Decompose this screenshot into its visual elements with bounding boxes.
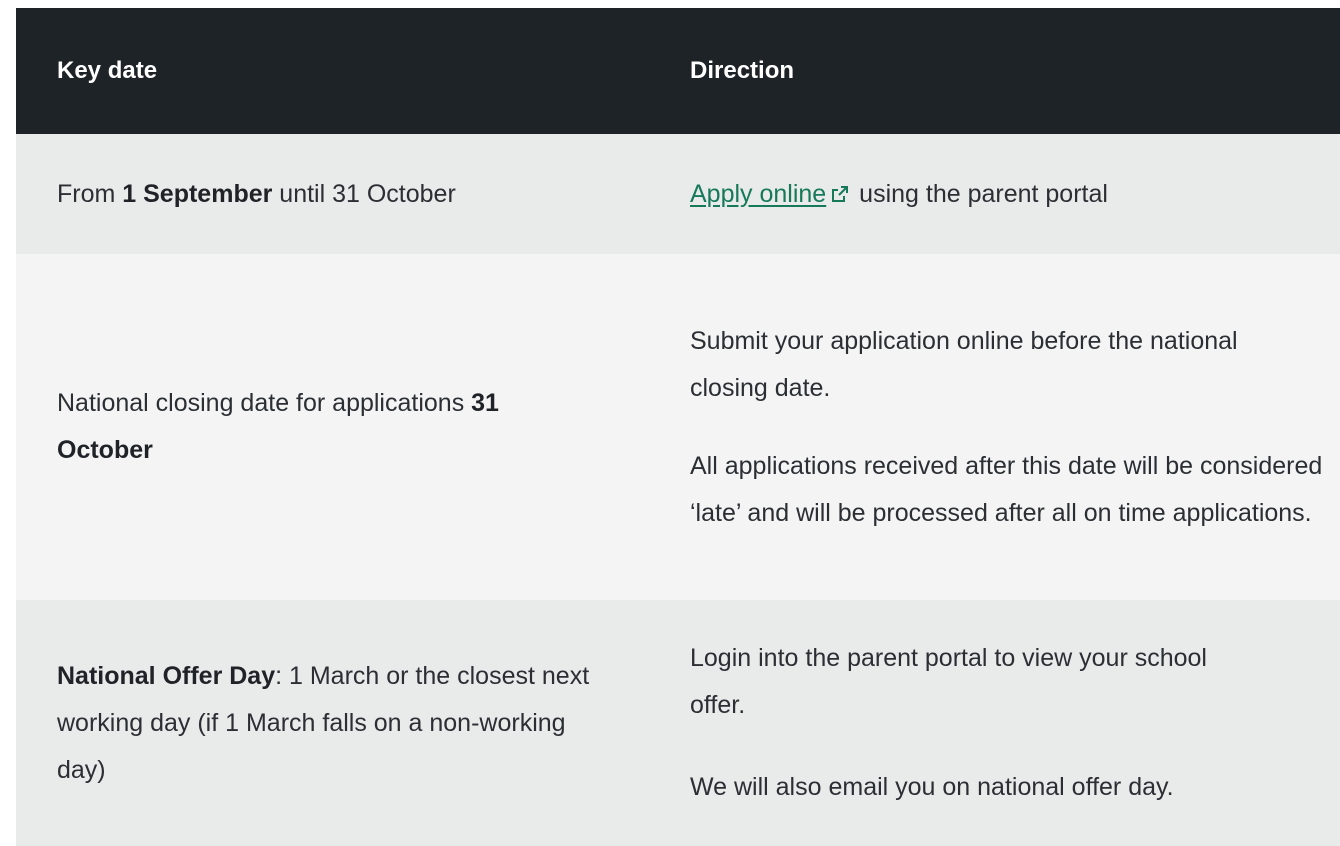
- key-date-cell: National Offer Day: 1 March or the close…: [16, 653, 690, 794]
- direction-text: using the parent portal: [852, 179, 1108, 208]
- key-date-suffix: until 31 October: [272, 179, 456, 208]
- direction-cell: Submit your application online before th…: [690, 318, 1340, 537]
- key-dates-table: Key date Direction From 1 September unti…: [16, 8, 1340, 846]
- table-row: National closing date for applications 3…: [16, 254, 1340, 600]
- direction-paragraph: All applications received after this dat…: [690, 451, 1323, 527]
- table-row: From 1 September until 31 October Apply …: [16, 134, 1340, 254]
- header-key-date: Key date: [57, 57, 158, 84]
- direction-paragraph: Login into the parent portal to view you…: [690, 644, 1207, 719]
- header-direction: Direction: [690, 57, 795, 84]
- key-date-prefix: National closing date for applications: [57, 389, 472, 417]
- direction-cell: Login into the parent portal to view you…: [690, 635, 1340, 811]
- external-link-icon[interactable]: [830, 184, 850, 204]
- direction-paragraph: We will also email you on national offer…: [690, 773, 1174, 801]
- key-date-bold: National Offer Day: [57, 661, 276, 690]
- key-date-cell: National closing date for applications 3…: [16, 380, 690, 474]
- key-date-bold: 1 September: [122, 179, 273, 208]
- apply-online-label: Apply online: [690, 179, 827, 208]
- key-date-prefix: From: [57, 179, 123, 208]
- key-date-cell: From 1 September until 31 October: [16, 171, 690, 218]
- direction-cell: Apply online using the parent portal: [690, 171, 1340, 218]
- table-header: Key date Direction: [16, 8, 1340, 134]
- direction-paragraph: Submit your application online before th…: [690, 326, 1238, 402]
- apply-online-link[interactable]: Apply online: [690, 180, 826, 208]
- table-row: National Offer Day: 1 March or the close…: [16, 600, 1340, 846]
